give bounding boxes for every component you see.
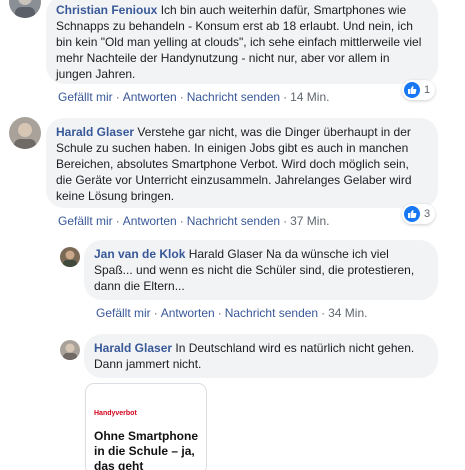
reaction-count[interactable]: 1 — [402, 80, 436, 100]
timestamp[interactable]: 37 Min. — [290, 214, 329, 228]
thumbs-up-icon — [404, 206, 420, 222]
comment-bubble: Harald Glaser In Deutschland wird es nat… — [84, 334, 438, 378]
avatar[interactable] — [9, 0, 41, 18]
comment-bubble: Harald Glaser Verstehe gar nicht, was di… — [46, 118, 438, 208]
send-message-link[interactable]: Nachricht senden — [187, 90, 280, 104]
avatar[interactable] — [9, 117, 41, 149]
reply-link[interactable]: Antworten — [123, 90, 177, 104]
preview-kicker: Handyverbot — [94, 410, 137, 417]
send-message-link[interactable]: Nachricht senden — [187, 214, 280, 228]
reaction-count[interactable]: 3 — [402, 204, 436, 224]
reply-link[interactable]: Antworten — [161, 306, 215, 320]
comment-bubble: Jan van de Klok Harald Glaser Na da wüns… — [84, 240, 438, 300]
avatar[interactable] — [60, 340, 80, 360]
like-link[interactable]: Gefällt mir — [96, 306, 151, 320]
comment-actions: Gefällt mir · Antworten · Nachricht senden · 3… — [58, 214, 330, 228]
send-message-link[interactable]: Nachricht senden — [225, 306, 318, 320]
comment-author[interactable]: Jan van de Klok — [94, 247, 185, 261]
timestamp[interactable]: 34 Min. — [328, 306, 367, 320]
link-preview-card[interactable]: Handyverbot Ohne Smartphone in die Schul… — [86, 384, 206, 470]
comment-author[interactable]: Christian Fenioux — [56, 3, 157, 17]
comment-actions: Gefällt mir · Antworten · Nachricht senden · 1… — [58, 90, 330, 104]
like-link[interactable]: Gefällt mir — [58, 214, 113, 228]
timestamp[interactable]: 14 Min. — [290, 90, 329, 104]
like-link[interactable]: Gefällt mir — [58, 90, 113, 104]
thumbs-up-icon — [404, 82, 420, 98]
reply-link[interactable]: Antworten — [123, 214, 177, 228]
avatar[interactable] — [60, 247, 80, 267]
comment-bubble: Christian Fenioux Ich bin auch weiterhin… — [46, 0, 438, 84]
comment-actions: Gefällt mir · Antworten · Nachricht senden · 3… — [96, 306, 368, 320]
preview-title: Ohne Smartphone in die Schule – ja, das … — [94, 429, 199, 470]
comment-author[interactable]: Harald Glaser — [56, 125, 134, 139]
comment-author[interactable]: Harald Glaser — [94, 341, 172, 355]
